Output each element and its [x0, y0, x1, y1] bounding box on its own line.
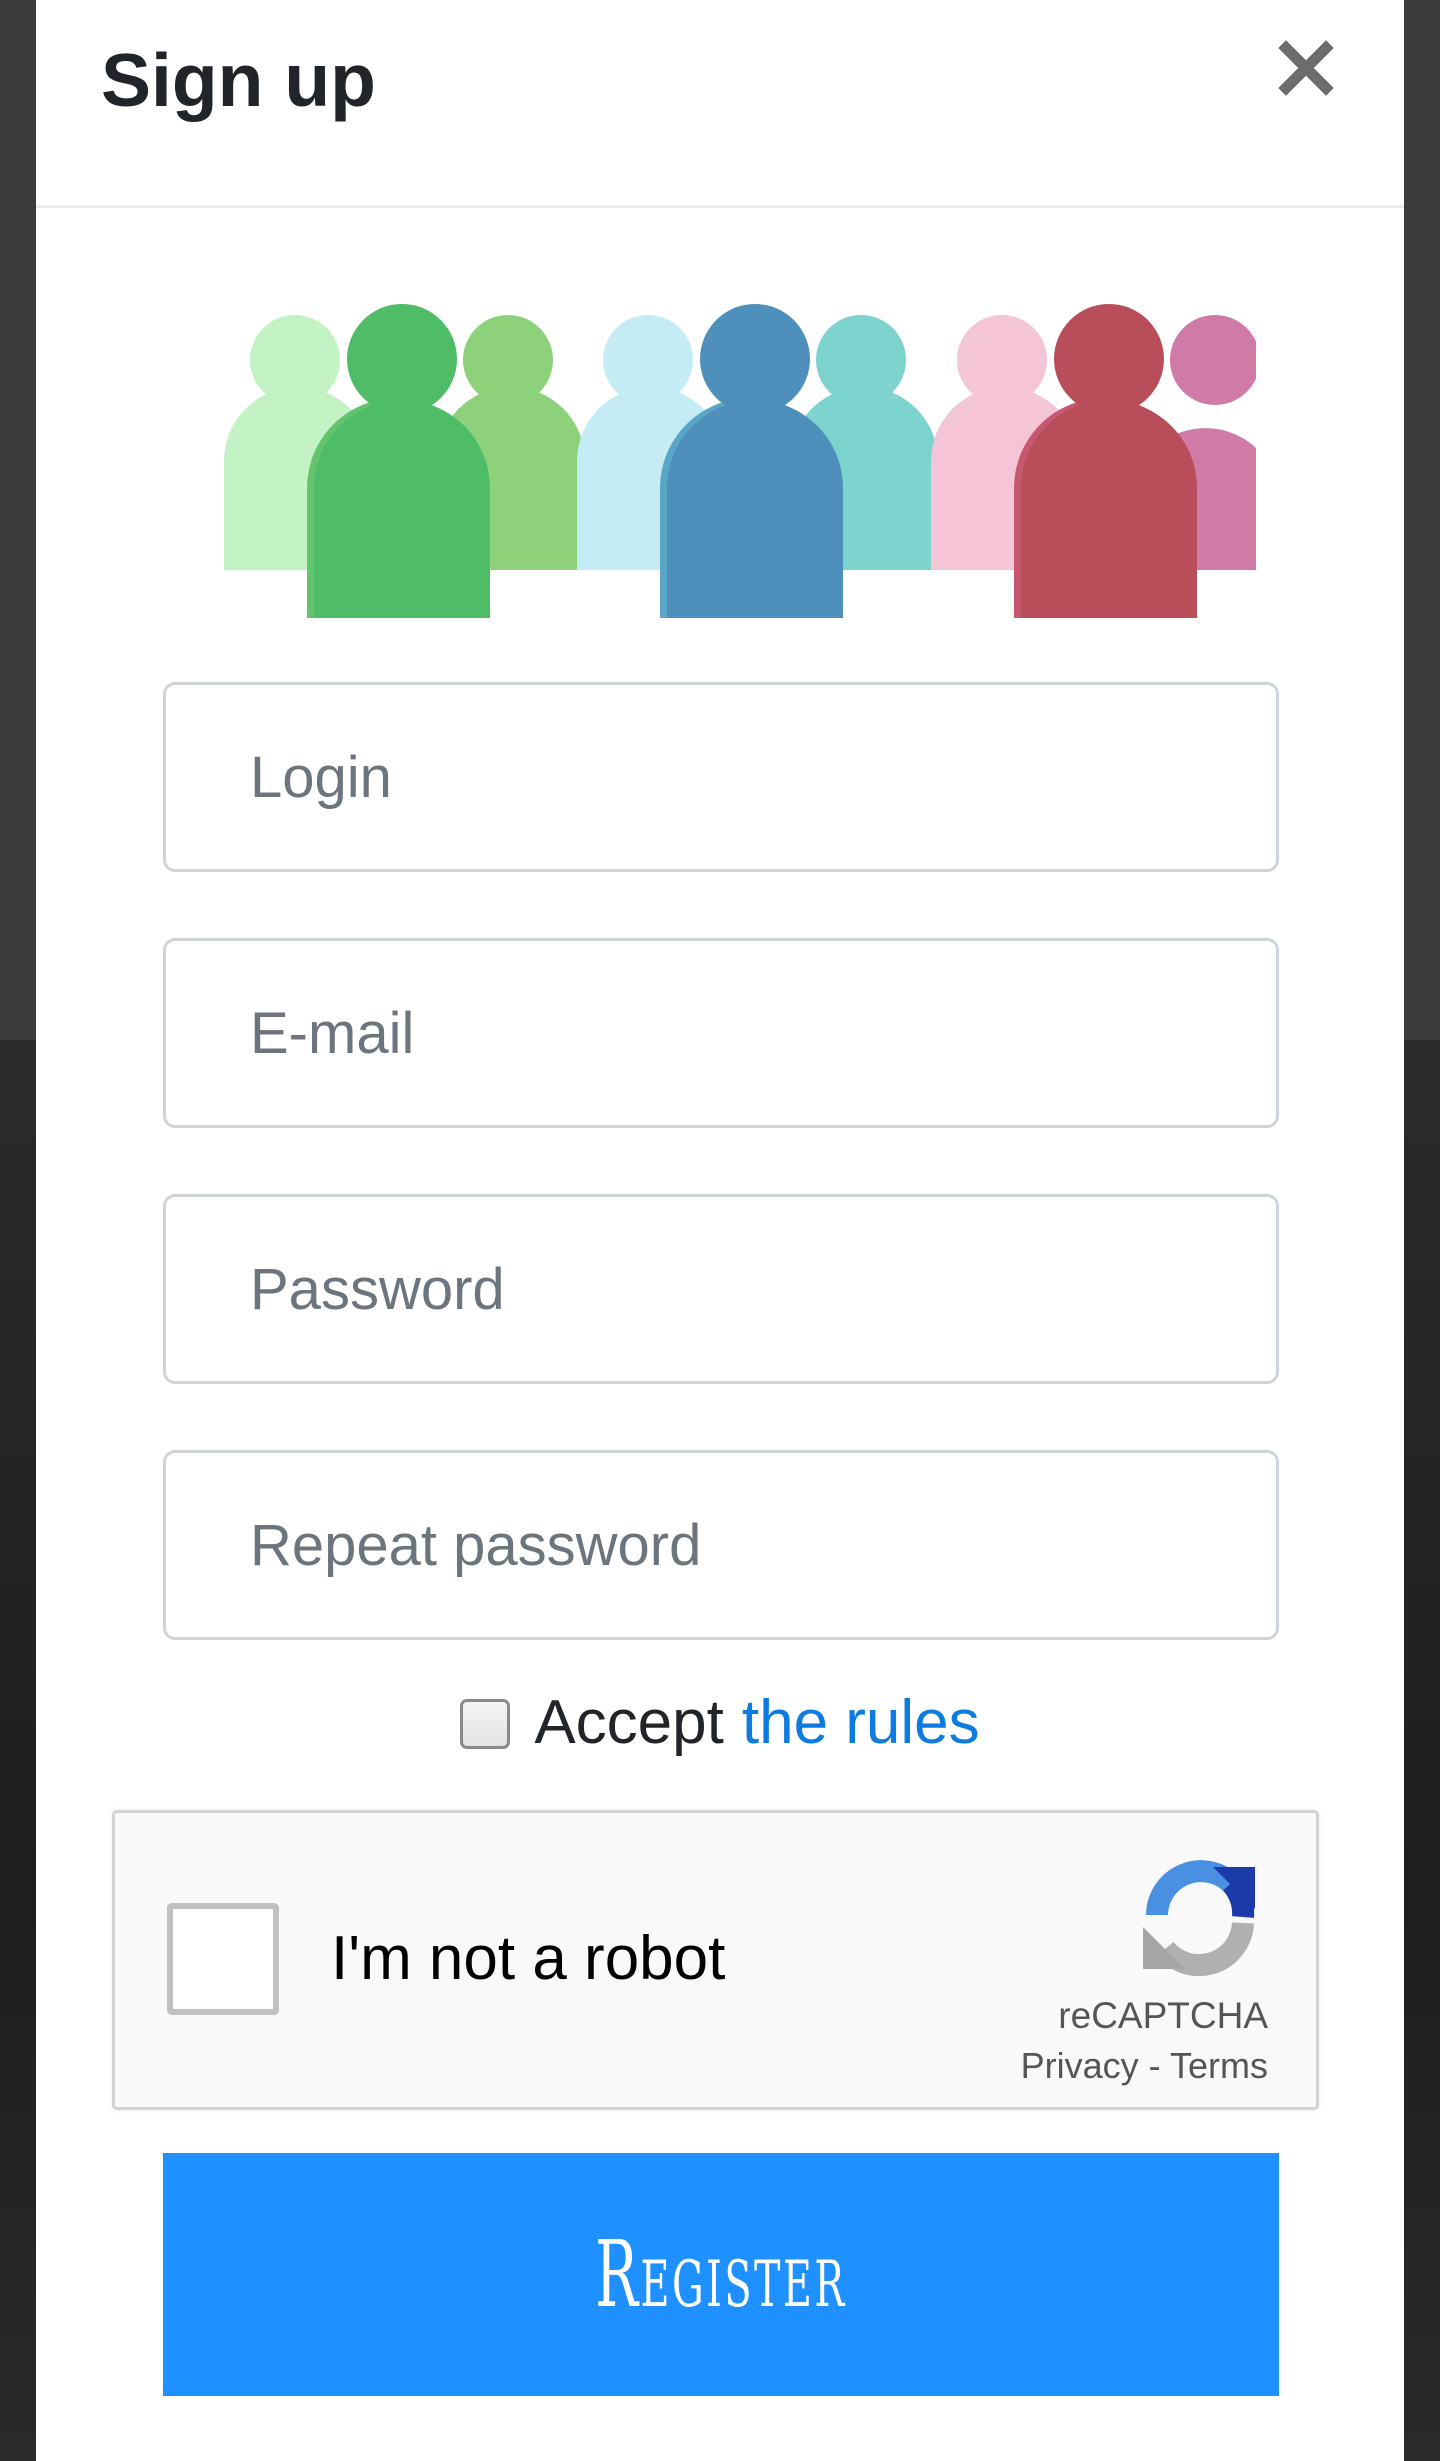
close-button[interactable]: [1266, 28, 1346, 108]
recaptcha-logo-icon: [1143, 1860, 1255, 1977]
modal-title: Sign up: [101, 38, 376, 122]
register-button-label: Register: [595, 2221, 847, 2328]
rules-link[interactable]: the rules: [742, 1687, 980, 1758]
accept-rules-checkbox[interactable]: [460, 1699, 511, 1749]
login-input[interactable]: [163, 682, 1279, 872]
recaptcha-links: Privacy - Terms: [1021, 2045, 1268, 2087]
people-group-green: [224, 304, 585, 618]
recaptcha-checkbox[interactable]: [167, 1903, 279, 2015]
recaptcha-terms-link[interactable]: Terms: [1170, 2045, 1268, 2086]
register-button[interactable]: Register: [163, 2153, 1279, 2396]
people-group-blue: [577, 304, 938, 618]
recaptcha-privacy-link[interactable]: Privacy: [1021, 2045, 1139, 2086]
recaptcha-brand: reCAPTCHA: [1058, 1995, 1268, 2036]
recaptcha-links-separator: -: [1138, 2045, 1170, 2086]
password-input[interactable]: [163, 1194, 1279, 1384]
people-group-icon: [224, 304, 1256, 618]
close-icon: [1278, 40, 1334, 96]
accept-label: Accept: [534, 1687, 724, 1757]
accept-rules-row: Accept the rules: [36, 1682, 1404, 1762]
recaptcha-widget: I'm not a robot reCAPTCHA Privacy - Term…: [112, 1810, 1319, 2110]
modal-header: Sign up: [36, 0, 1404, 208]
repeat-password-input[interactable]: [163, 1450, 1279, 1640]
signup-modal: Sign up Login E-mail Accept the rules I'…: [36, 0, 1404, 2461]
people-group-red: [931, 304, 1256, 618]
email-input[interactable]: [163, 938, 1279, 1128]
recaptcha-label: I'm not a robot: [331, 1924, 726, 1993]
